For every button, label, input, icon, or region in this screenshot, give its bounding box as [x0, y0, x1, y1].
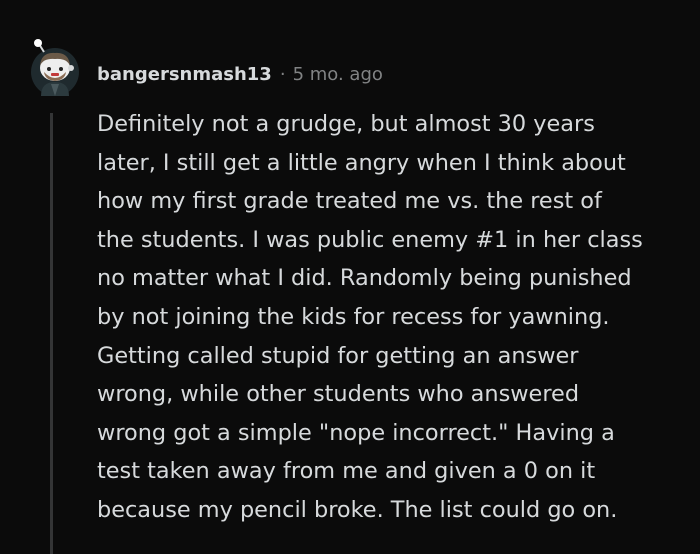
- thread-collapse-line[interactable]: [50, 113, 53, 554]
- comment-body: Definitely not a grudge, but almost 30 y…: [97, 111, 643, 523]
- meta-separator: ·: [279, 63, 286, 85]
- username-link[interactable]: bangersnmash13: [97, 64, 272, 85]
- snoo-avatar-icon[interactable]: [27, 38, 83, 98]
- comment-header: bangersnmash13 · 5 mo. ago: [97, 60, 383, 88]
- comment-timestamp[interactable]: 5 mo. ago: [293, 64, 383, 85]
- comment: bangersnmash13 · 5 mo. ago Definitely no…: [0, 0, 700, 554]
